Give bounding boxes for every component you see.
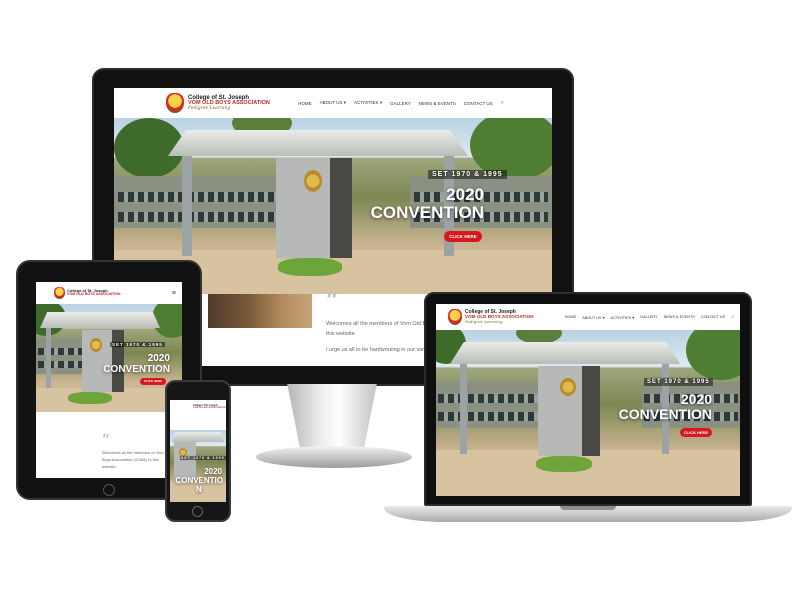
gate-emblem-icon — [304, 170, 322, 192]
gate-wall-dark — [112, 330, 124, 392]
site-logo[interactable]: College of St. Joseph VOM OLD BOYS ASSOC… — [54, 287, 121, 299]
tablet-nav: College of St. Joseph VOM OLD BOYS ASSOC… — [36, 282, 182, 304]
gate-wall — [276, 158, 330, 258]
menu-activities[interactable]: ACTIVITIES ▾ — [354, 100, 382, 106]
logo-subtitle: VOM OLD BOYS ASSOCIATION — [67, 292, 121, 297]
gate-wall-dark — [330, 158, 352, 258]
monitor-base — [256, 446, 412, 468]
search-icon[interactable]: ⌕ — [501, 100, 504, 107]
quote-icon: “ — [102, 432, 111, 448]
gate-wall-dark — [582, 366, 600, 456]
monitor-stand — [287, 384, 377, 454]
laptop-nav: College of St. Joseph VOM OLD BOYS ASSOC… — [436, 304, 740, 330]
hero-title: CONVENTIO — [175, 476, 223, 485]
menu-gallery[interactable]: GALLERY — [390, 101, 411, 106]
welcome-text-line: this website. — [326, 331, 357, 337]
search-icon[interactable]: ⌕ — [731, 314, 734, 320]
ground — [436, 450, 740, 496]
gate-emblem-icon — [90, 338, 102, 352]
menu-about[interactable]: ABOUT US ▾ — [582, 315, 604, 320]
hero-title: CONVENTION — [370, 203, 484, 222]
hero-year: 2020 — [147, 353, 170, 364]
building-windows — [118, 212, 276, 222]
gate-pillar — [46, 328, 51, 388]
hero-banner: SET 1970 & 1995 2020 CONVENTION CLICK HE… — [436, 330, 740, 496]
logo-motto: Pedigree Learning — [465, 318, 503, 324]
hero-year: 2020 — [680, 391, 712, 407]
hero-title-wrap: N — [196, 485, 202, 494]
phone-nav: College of St. Joseph VOM OLD BOYS ASSOC… — [170, 400, 226, 414]
welcome-text-line: I urge us all to be hardworking in our v… — [326, 347, 435, 353]
laptop-notch — [560, 506, 616, 510]
building-windows — [438, 394, 544, 403]
site-logo[interactable]: College of St. Joseph VOM OLD BOYS ASSOC… — [448, 309, 533, 325]
hedge — [536, 456, 592, 472]
welcome-text-line: Welcomes all the members of Vom Old — [102, 450, 172, 455]
gate-pillar — [460, 364, 467, 454]
laptop-site: College of St. Joseph VOM OLD BOYS ASSOC… — [436, 304, 740, 496]
welcome-photo — [208, 294, 312, 328]
hero-banner: SET 1970 & 1995 2020 CONVENTION CLICK HE… — [36, 304, 182, 412]
gate-roof — [450, 342, 680, 364]
college-crest-icon — [448, 309, 462, 325]
hero-banner: SET 1970 & 1995 2020 CONVENTIO N — [170, 430, 226, 502]
hero-cta-button[interactable]: CLICK HERE — [444, 231, 482, 242]
menu-contact[interactable]: CONTACT US — [701, 315, 725, 319]
site-logo[interactable]: College of St. Joseph VOM OLD BOYS ASSOC… — [166, 93, 270, 113]
hero-year: 2020 — [204, 467, 222, 476]
gate-wall — [538, 366, 582, 456]
welcome-text-line: Boys Association (VOBA) to this — [102, 457, 159, 462]
main-menu: HOME ABOUT US ▾ ACTIVITIES ▾ GALLERY NEW… — [298, 100, 504, 107]
menu-news-events[interactable]: NEWS & EVENTS — [664, 315, 695, 319]
gate-roof — [40, 312, 160, 328]
hero-cta-button[interactable]: CLICK HERE — [680, 428, 712, 437]
college-crest-icon — [54, 287, 65, 299]
menu-about[interactable]: ABOUT US ▾ — [320, 100, 346, 106]
hamburger-menu-icon[interactable]: ≡ — [172, 290, 176, 297]
menu-home[interactable]: HOME — [565, 315, 576, 319]
college-crest-icon — [166, 93, 184, 113]
hero-tag: SET 1970 & 1995 — [644, 378, 713, 386]
tablet-site: College of St. Joseph VOM OLD BOYS ASSOC… — [36, 282, 182, 478]
gate-pillar — [182, 156, 192, 256]
hero-tag: SET 1970 & 1995 — [428, 170, 507, 179]
hero-title: CONVENTION — [103, 364, 170, 375]
menu-activities[interactable]: ACTIVITIES ▾ — [611, 315, 635, 320]
hero-cta-button[interactable]: CLICK HERE — [140, 378, 166, 385]
hedge — [68, 392, 112, 404]
menu-gallery[interactable]: GALLERY — [640, 315, 657, 319]
welcome-text-line: Welcomes all the members of Vom Old Boys — [326, 321, 435, 327]
gate-roof — [172, 432, 224, 442]
building-windows — [118, 192, 276, 202]
building-windows — [438, 412, 544, 421]
hero-year: 2020 — [446, 185, 484, 204]
hero-tag: SET 1970 & 1995 — [110, 342, 165, 347]
school-building — [436, 382, 546, 428]
gate-emblem-icon — [560, 378, 576, 396]
tablet-home-button — [103, 484, 115, 496]
hero-tag: SET 1970 & 1995 — [180, 456, 226, 460]
gate-roof — [168, 130, 468, 156]
quote-icon: “ — [326, 288, 339, 314]
hero-title: CONVENTION — [618, 406, 712, 422]
phone-site: College of St. Joseph VOM OLD BOYS ASSOC… — [170, 400, 226, 502]
tree — [114, 118, 184, 178]
menu-home[interactable]: HOME — [298, 101, 312, 106]
logo-motto: Pedigree Learning — [188, 105, 231, 111]
hedge — [278, 258, 342, 276]
menu-news-events[interactable]: NEWS & EVENTS — [419, 101, 456, 106]
menu-contact[interactable]: CONTACT US — [464, 101, 493, 106]
main-menu: HOME ABOUT US ▾ ACTIVITIES ▾ GALLERY NEW… — [565, 314, 734, 320]
tree — [686, 330, 740, 380]
desktop-nav: College of St. Joseph VOM OLD BOYS ASSOC… — [114, 88, 552, 118]
logo-subtitle: VOM OLD BOYS ASSOCIATION — [193, 407, 226, 410]
phone-home-button — [192, 506, 203, 517]
tree — [516, 330, 562, 344]
welcome-text-line: website. — [102, 464, 117, 469]
